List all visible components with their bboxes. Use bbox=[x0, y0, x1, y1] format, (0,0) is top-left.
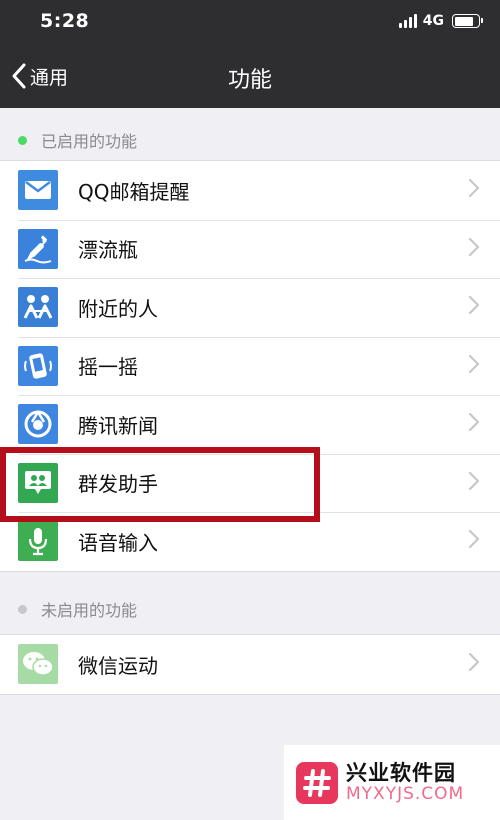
list-item-label: 微信运动 bbox=[78, 653, 158, 678]
microphone-icon bbox=[18, 521, 58, 562]
chevron-right-icon bbox=[468, 652, 480, 676]
list-item[interactable]: 微信运动 bbox=[0, 635, 500, 694]
watermark: 兴业软件园 MYXYJS.COM bbox=[284, 745, 500, 820]
list-item-label: 群发助手 bbox=[78, 472, 158, 497]
chevron-right-icon bbox=[468, 354, 480, 378]
mail-icon bbox=[18, 170, 58, 211]
battery-icon bbox=[452, 14, 483, 28]
list-item[interactable]: 腾讯新闻 bbox=[0, 395, 500, 454]
section-title: 已启用的功能 bbox=[41, 132, 138, 151]
list-item-label: 语音输入 bbox=[78, 530, 158, 555]
news-icon bbox=[18, 404, 58, 445]
hash-symbol-icon bbox=[303, 768, 331, 797]
page-title: 功能 bbox=[227, 68, 272, 93]
chevron-right-icon bbox=[468, 412, 480, 436]
list-item[interactable]: 漂流瓶 bbox=[0, 219, 500, 279]
chevron-right-icon bbox=[468, 471, 480, 495]
list-item[interactable]: 附近的人 bbox=[0, 278, 500, 337]
bottle-icon bbox=[18, 228, 58, 269]
watermark-url: MYXYJS.COM bbox=[346, 783, 465, 804]
list-item-label: 附近的人 bbox=[78, 296, 158, 321]
list-item[interactable]: QQ邮箱提醒 bbox=[0, 161, 500, 220]
chevron-right-icon bbox=[468, 295, 480, 319]
chevron-right-icon bbox=[468, 529, 480, 553]
wechat-sport-icon bbox=[18, 644, 58, 685]
list-item-label: 摇一摇 bbox=[78, 355, 138, 380]
people-nearby-icon bbox=[18, 287, 58, 328]
list-item[interactable]: 群发助手 bbox=[0, 453, 500, 513]
section-header-disabled: 未启用的功能 bbox=[0, 583, 500, 635]
section-title: 未启用的功能 bbox=[41, 601, 138, 620]
network-type: 4G bbox=[422, 13, 444, 29]
status-indicators: 4G bbox=[398, 13, 483, 29]
list-item-label: 腾讯新闻 bbox=[78, 413, 158, 438]
shake-phone-icon bbox=[18, 345, 58, 386]
chevron-right-icon bbox=[468, 237, 480, 261]
watermark-name: 兴业软件园 bbox=[346, 760, 456, 785]
list-item-label: 漂流瓶 bbox=[78, 238, 138, 263]
disabled-feature-list: 微信运动 bbox=[0, 634, 500, 695]
group-message-icon bbox=[18, 462, 58, 503]
list-item[interactable]: 摇一摇 bbox=[0, 336, 500, 396]
section-header-enabled: 已启用的功能 bbox=[0, 114, 500, 166]
list-item[interactable]: 语音输入 bbox=[0, 512, 500, 571]
hash-logo-icon bbox=[296, 761, 338, 804]
status-bar: 5:28 4G bbox=[0, 0, 500, 44]
chevron-right-icon bbox=[468, 178, 480, 202]
list-item-label: QQ邮箱提醒 bbox=[78, 179, 190, 204]
navigation-bar: 通用 功能 bbox=[0, 44, 500, 108]
signal-strength-icon bbox=[398, 14, 417, 28]
disabled-dot-icon bbox=[18, 604, 27, 614]
status-time: 5:28 bbox=[40, 10, 90, 32]
enabled-feature-list: QQ邮箱提醒 漂流瓶附近的人摇一摇腾讯新闻群发助手语音输入 bbox=[0, 160, 500, 572]
battery-fill bbox=[454, 16, 473, 26]
enabled-dot-icon bbox=[18, 135, 27, 145]
